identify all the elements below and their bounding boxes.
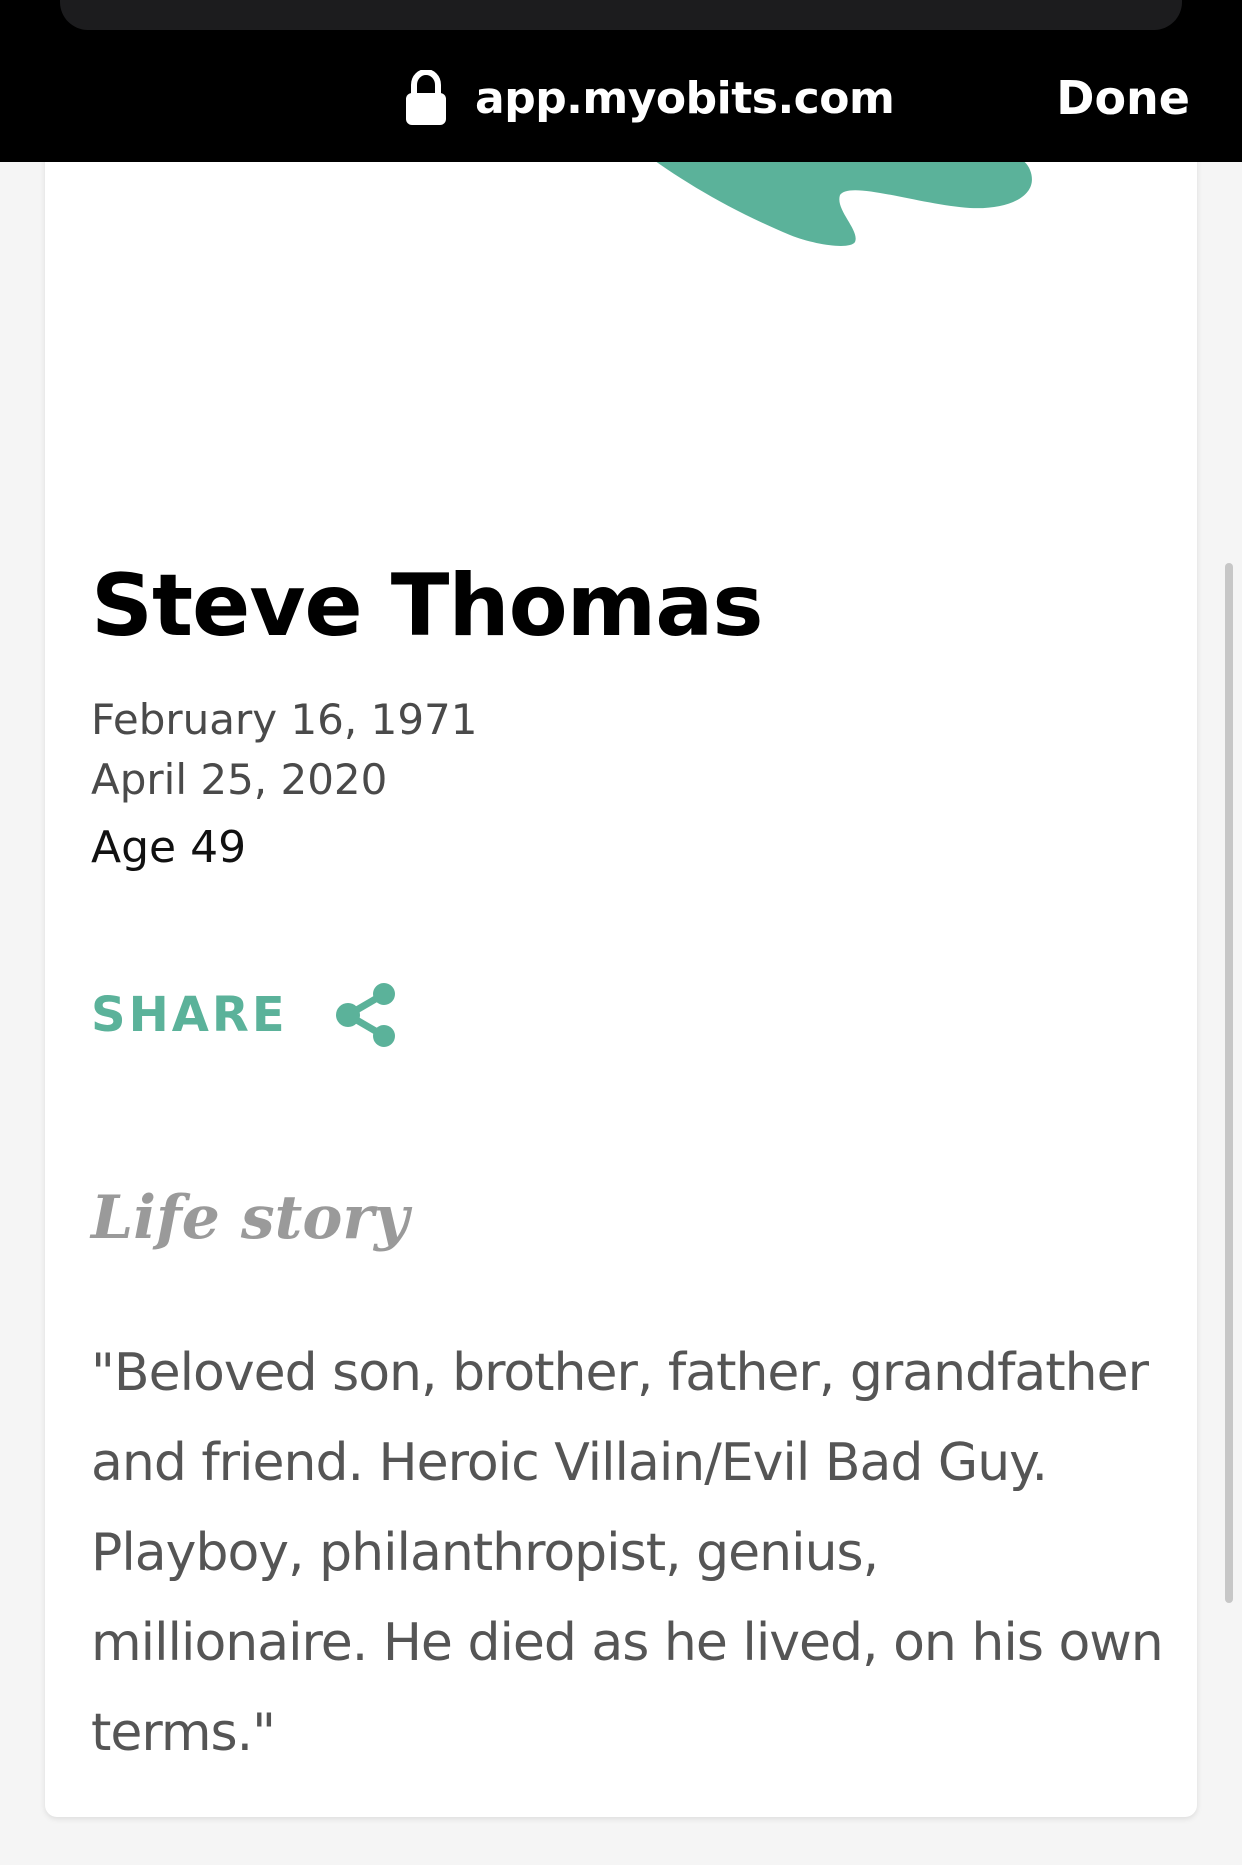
logo-graphic bbox=[640, 150, 1032, 246]
browser-tab-edge bbox=[60, 0, 1182, 30]
url-text: app.myobits.com bbox=[475, 72, 895, 124]
life-story-text: "Beloved son, brother, father, grandfath… bbox=[91, 1328, 1171, 1778]
browser-toolbar: app.myobits.com Done bbox=[0, 0, 1242, 162]
age: Age 49 bbox=[91, 822, 247, 873]
life-story-heading: Life story bbox=[91, 1183, 409, 1253]
story-line: "Beloved son, brother, father, grandfath… bbox=[91, 1343, 1149, 1403]
birth-date: February 16, 1971 bbox=[91, 695, 478, 744]
story-line: and friend. Heroic Villain/Evil Bad Guy. bbox=[91, 1433, 1048, 1493]
death-date: April 25, 2020 bbox=[91, 755, 388, 804]
deceased-name: Steve Thomas bbox=[91, 556, 764, 656]
story-line: Playboy, philanthropist, genius, bbox=[91, 1523, 879, 1583]
share-button[interactable]: SHARE bbox=[91, 982, 400, 1048]
story-line: millionaire. He died as he lived, on his… bbox=[91, 1613, 1164, 1673]
done-button[interactable]: Done bbox=[1056, 66, 1190, 130]
scrollbar[interactable] bbox=[1225, 563, 1233, 1603]
share-icon bbox=[335, 983, 395, 1047]
obituary-card: Steve Thomas February 16, 1971 April 25,… bbox=[45, 0, 1197, 1817]
lock-icon bbox=[406, 70, 446, 125]
url-bar[interactable]: app.myobits.com bbox=[405, 66, 895, 130]
story-line: terms." bbox=[91, 1703, 276, 1763]
share-label: SHARE bbox=[91, 987, 288, 1043]
